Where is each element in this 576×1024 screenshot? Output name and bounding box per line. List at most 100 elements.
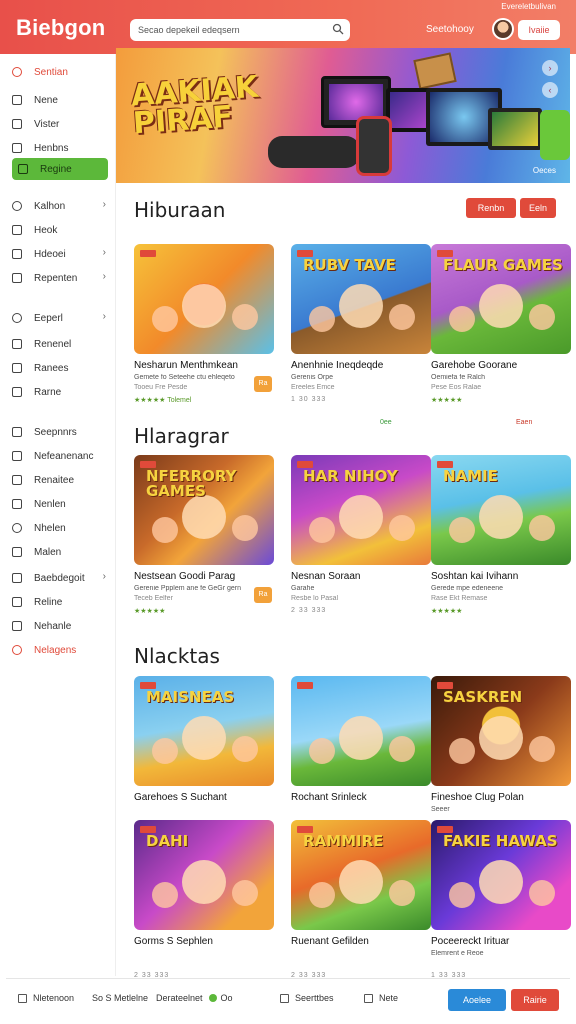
sidebar-item[interactable]: Hdeoei ›: [12, 244, 112, 264]
chevron-right-icon[interactable]: ›: [103, 271, 106, 282]
game-thumbnail[interactable]: NFERRORY GAMES: [134, 455, 274, 565]
sidebar-item-label: Nelagens: [34, 644, 77, 656]
game-thumbnail[interactable]: NAMIE: [431, 455, 571, 565]
game-title[interactable]: Garehoes S Suchant: [134, 792, 284, 803]
game-title[interactable]: Rochant Srinleck: [291, 792, 441, 803]
game-thumbnail[interactable]: SASKREN: [431, 676, 571, 786]
price-badge[interactable]: Ra: [254, 587, 272, 603]
chevron-right-icon[interactable]: ›: [103, 311, 106, 322]
search-input[interactable]: Secao depekeil edeqsern: [130, 19, 350, 41]
sidebar-item[interactable]: Reline: [12, 592, 112, 612]
footer-item-2[interactable]: So S Metlelne: [92, 993, 148, 1003]
top-note[interactable]: Evereletbulivan: [501, 2, 556, 11]
sidebar-item[interactable]: Nhelen: [12, 518, 112, 538]
sidebar-item[interactable]: Heok: [12, 220, 112, 240]
character-illustration: [182, 284, 226, 328]
game-title[interactable]: Nesnan Soraan: [291, 571, 441, 582]
chevron-right-icon[interactable]: ›: [103, 571, 106, 582]
sidebar-item[interactable]: Regine: [12, 158, 108, 180]
game-thumbnail[interactable]: [291, 676, 431, 786]
game-thumbnail[interactable]: MAISNEAS: [134, 676, 274, 786]
thumbnail-title: SASKREN: [443, 688, 523, 706]
footer-item-1[interactable]: Nletenoon: [18, 993, 74, 1003]
sidebar-item[interactable]: Ranees: [12, 358, 112, 378]
price-badge[interactable]: Ra: [254, 376, 272, 392]
play-count: 1 30 333: [291, 396, 327, 403]
game-title[interactable]: Nestsean Goodi Parag: [134, 571, 284, 582]
section-title-2: Hlaragrar: [134, 424, 229, 448]
game-thumbnail[interactable]: DAHI: [134, 820, 274, 930]
sidebar-item[interactable]: Seepnnrs: [12, 422, 112, 442]
play-count: 2 33 333: [291, 607, 327, 614]
game-thumbnail[interactable]: [134, 244, 274, 354]
sidebar-item[interactable]: Baebdegoit ›: [12, 568, 112, 588]
hero-banner[interactable]: AAKIAK PIRAF › ‹ Oeces: [116, 48, 570, 183]
sidebar-item[interactable]: Nefeanenanc: [12, 446, 112, 466]
sidebar-item[interactable]: Sentian: [12, 62, 112, 82]
sidebar-item[interactable]: Renaitee: [12, 470, 112, 490]
tablet-illustration: [488, 108, 542, 150]
footer-blue-button[interactable]: Aoelee: [448, 989, 506, 1011]
chevron-right-icon[interactable]: ›: [103, 247, 106, 258]
game-title[interactable]: Ruenant Gefilden: [291, 936, 441, 947]
section-1-button-secondary[interactable]: Eeln: [520, 198, 556, 218]
hero-title-line2: PIRAF: [131, 99, 235, 142]
footer-item-4[interactable]: Seerttbes: [280, 993, 334, 1003]
game-thumbnail[interactable]: RAMMIRE: [291, 820, 431, 930]
sidebar-item[interactable]: Nene: [12, 90, 112, 110]
footer-red-button[interactable]: Rairie: [511, 989, 559, 1011]
sidebar-item[interactable]: Kalhon ›: [12, 196, 112, 216]
section-2-tag-1[interactable]: 0ee: [380, 419, 392, 426]
box-icon: [12, 339, 22, 349]
character-illustration: [232, 304, 258, 330]
sidebar-item-label: Nene: [34, 94, 58, 106]
section-2-tag-2[interactable]: Eaen: [516, 419, 532, 426]
box-icon: [12, 95, 22, 105]
sidebar-item[interactable]: Nelagens: [12, 640, 112, 660]
game-meta: Gemete fo Seteehe ctu ehleqeto: [134, 374, 235, 381]
game-title[interactable]: Nesharun Menthmkean: [134, 360, 284, 371]
sidebar-item[interactable]: Nehanle: [12, 616, 112, 636]
hero-prev-button[interactable]: ‹: [542, 82, 558, 98]
game-title[interactable]: Anenhnie Ineqdeqde: [291, 360, 441, 371]
chevron-right-icon[interactable]: ›: [103, 199, 106, 210]
sidebar-item-label: Ranees: [34, 362, 69, 374]
game-thumbnail[interactable]: HAR NIHOY: [291, 455, 431, 565]
hero-tag[interactable]: Oeces: [533, 166, 556, 175]
sidebar-item[interactable]: Vister: [12, 114, 112, 134]
game-title[interactable]: Gorms S Sephlen: [134, 936, 284, 947]
game-thumbnail[interactable]: RUBV TAVE: [291, 244, 431, 354]
sidebar-item[interactable]: Renenel: [12, 334, 112, 354]
top-bar: Biebgon Secao depekeil edeqsern Everelet…: [0, 0, 576, 54]
app-logo[interactable]: Biebgon: [16, 15, 105, 41]
game-title[interactable]: Soshtan kai Ivihann: [431, 571, 576, 582]
footer-item-5[interactable]: Nete: [364, 993, 398, 1003]
section-title-1: Hiburaan: [134, 198, 226, 222]
section-1-button-primary[interactable]: Renbn: [466, 198, 516, 218]
game-title[interactable]: Garehobe Goorane: [431, 360, 576, 371]
sidebar-item[interactable]: Rarne: [12, 382, 112, 402]
character-illustration: [232, 515, 258, 541]
rating-stars: ★★★★★ Tolemel: [134, 397, 192, 404]
search-icon[interactable]: [332, 23, 344, 35]
footer-item-3[interactable]: Derateelnet Oo: [156, 993, 233, 1003]
sidebar-item-label: Eeperl: [34, 312, 63, 324]
header-button[interactable]: Ivaiie: [518, 20, 560, 40]
sidebar-item-label: Nhelen: [34, 522, 66, 534]
character-illustration: [339, 284, 383, 328]
hero-next-button[interactable]: ›: [542, 60, 558, 76]
game-thumbnail[interactable]: FAKIE HAWAS: [431, 820, 571, 930]
sidebar-item[interactable]: Nenlen: [12, 494, 112, 514]
thumbnail-title: NFERRORY GAMES: [146, 467, 237, 500]
game-title[interactable]: Poceereckt Irituar: [431, 936, 576, 947]
sidebar-item[interactable]: Eeperl ›: [12, 308, 112, 328]
character-illustration: [152, 306, 178, 332]
avatar[interactable]: [492, 18, 514, 40]
sidebar-item[interactable]: Repenten ›: [12, 268, 112, 288]
sidebar-item[interactable]: Henbns: [12, 138, 112, 158]
game-title[interactable]: Fineshoe Clug Polan: [431, 792, 576, 803]
sidebar-item[interactable]: Malen: [12, 542, 112, 562]
character-illustration: [529, 880, 555, 906]
game-thumbnail[interactable]: FLAUR GAMES: [431, 244, 571, 354]
username[interactable]: Seetohooy: [426, 24, 474, 35]
